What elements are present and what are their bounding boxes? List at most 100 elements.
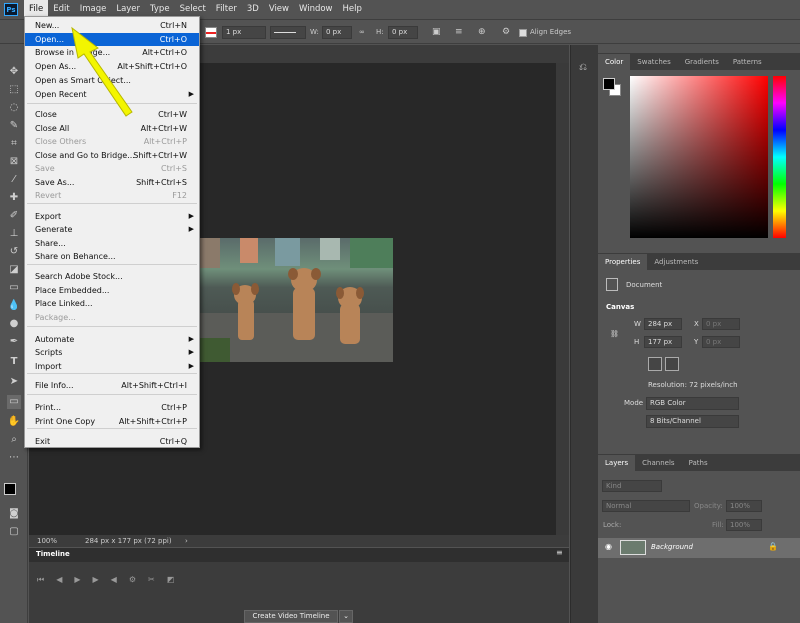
path-operations-icon[interactable]: ▣ [432,26,441,39]
history-icon[interactable]: ⎌ [579,62,587,73]
healing-brush-tool-icon[interactable]: ✚ [7,191,21,205]
file-menu-item-search-adobe-stock[interactable]: Search Adobe Stock... [25,270,199,283]
opacity-field[interactable]: 100% [726,500,762,512]
more-tools-icon[interactable]: ⋯ [7,451,21,465]
quick-mask-icon[interactable]: ◙ [7,507,21,521]
landscape-orientation-icon[interactable] [665,357,679,371]
tab-properties[interactable]: Properties [598,254,648,270]
align-edges-checkbox[interactable] [519,29,527,37]
file-menu-item-print[interactable]: Print... Ctrl+P [25,401,199,414]
file-menu-item-save-as[interactable]: Save As... Shift+Ctrl+S [25,176,199,189]
layer-kind-filter[interactable]: Kind [602,480,662,492]
file-menu-item-import[interactable]: Import ▶ [25,360,199,373]
foreground-color-swatch[interactable] [4,483,16,495]
layer-name[interactable]: Background [651,543,693,551]
file-menu-item-automate[interactable]: Automate ▶ [25,333,199,346]
path-alignment-icon[interactable]: ≡ [455,26,463,39]
file-menu-item-close-and-go-to-bridge[interactable]: Close and Go to Bridge... Shift+Ctrl+W [25,149,199,162]
brush-tool-icon[interactable]: ✐ [7,209,21,223]
chevron-down-icon[interactable]: ⌄ [339,610,353,623]
canvas-x-field[interactable]: 0 px [702,318,740,330]
create-video-timeline-button[interactable]: Create Video Timeline [244,610,338,623]
file-menu-item-place-linked[interactable]: Place Linked... [25,297,199,310]
stroke-type-dropdown[interactable] [270,26,306,39]
crop-tool-icon[interactable]: ⌗ [7,137,21,151]
link-dimensions-icon[interactable]: ⛓ [610,328,619,340]
bit-depth-dropdown[interactable]: 8 Bits/Channel [646,415,739,428]
tab-patterns[interactable]: Patterns [726,54,769,70]
move-tool-icon[interactable]: ✥ [7,65,21,79]
transition-icon[interactable]: ◩ [167,575,187,584]
play-icon[interactable]: ▶ [74,575,92,584]
path-selection-tool-icon[interactable]: ➤ [7,375,21,389]
tab-adjustments[interactable]: Adjustments [647,254,705,270]
color-foreground-swatch[interactable] [603,78,615,90]
tab-layers[interactable]: Layers [598,455,636,471]
layer-row-background[interactable]: ◉ Background 🔒 [598,538,800,558]
blur-tool-icon[interactable]: 💧 [7,299,21,313]
split-icon[interactable]: ✂ [148,575,167,584]
settings-icon[interactable]: ⚙ [129,575,148,584]
canvas-section-title[interactable]: Canvas [606,301,634,313]
path-arrangement-icon[interactable]: ⊕ [478,26,486,39]
file-menu-item-scripts[interactable]: Scripts ▶ [25,346,199,359]
audio-icon[interactable]: ◀ [111,575,129,584]
color-mode-dropdown[interactable]: RGB Color [646,397,739,410]
tab-swatches[interactable]: Swatches [630,54,677,70]
pen-tool-icon[interactable]: ✒ [7,335,21,349]
color-field[interactable] [630,76,768,238]
menu-window[interactable]: Window [294,0,338,19]
hue-slider[interactable] [773,76,786,238]
dodge-tool-icon[interactable]: ● [7,317,21,331]
stroke-color-swatch[interactable] [205,27,217,38]
tab-color[interactable]: Color [598,54,631,70]
file-menu-item-export[interactable]: Export ▶ [25,210,199,223]
next-frame-icon[interactable]: ▶ [93,575,111,584]
eye-icon[interactable]: ◉ [605,542,612,551]
canvas-width-field[interactable]: 284 px [644,318,682,330]
link-icon[interactable]: ∞ [359,26,365,39]
gradient-tool-icon[interactable]: ▭ [7,281,21,295]
blend-mode-dropdown[interactable]: Normal [602,500,690,512]
rectangle-tool-icon[interactable]: ▭ [7,395,21,409]
gear-icon[interactable]: ⚙ [502,26,510,39]
tab-gradients[interactable]: Gradients [678,54,726,70]
file-menu-item-place-embedded[interactable]: Place Embedded... [25,284,199,297]
marquee-tool-icon[interactable]: ⬚ [7,83,21,97]
quick-select-tool-icon[interactable]: ✎ [7,119,21,133]
eraser-tool-icon[interactable]: ◪ [7,263,21,277]
file-menu-item-close-all[interactable]: Close All Alt+Ctrl+W [25,122,199,135]
chevron-right-icon[interactable]: › [185,535,188,547]
file-menu-item-file-info[interactable]: File Info... Alt+Shift+Ctrl+I [25,379,199,392]
menu-3d[interactable]: 3D [242,0,264,19]
file-menu-item-generate[interactable]: Generate ▶ [25,223,199,236]
fill-field[interactable]: 100% [726,519,762,531]
file-menu-item-exit[interactable]: Exit Ctrl+Q [25,435,199,448]
frame-tool-icon[interactable]: ⊠ [7,155,21,169]
zoom-level[interactable]: 100% [37,535,57,547]
eyedropper-tool-icon[interactable]: ⁄ [7,173,21,187]
clone-stamp-tool-icon[interactable]: ⊥ [7,227,21,241]
prev-frame-icon[interactable]: ◀ [56,575,74,584]
width-field[interactable]: 0 px [322,26,352,39]
type-tool-icon[interactable]: T [7,355,21,369]
stroke-size-field[interactable]: 1 px [222,26,266,39]
menu-help[interactable]: Help [338,0,367,19]
menu-view[interactable]: View [264,0,294,19]
canvas-y-field[interactable]: 0 px [702,336,740,348]
height-field[interactable]: 0 px [388,26,418,39]
first-frame-icon[interactable]: ⏮ [37,575,56,584]
portrait-orientation-icon[interactable] [648,357,662,371]
canvas-height-field[interactable]: 177 px [644,336,682,348]
tab-paths[interactable]: Paths [682,455,715,471]
vertical-scrollbar[interactable] [556,63,569,535]
panel-menu-icon[interactable]: ≡ [556,548,563,557]
menu-filter[interactable]: Filter [211,0,242,19]
screen-mode-icon[interactable]: ▢ [7,525,21,539]
file-menu-item-share-on-behance[interactable]: Share on Behance... [25,250,199,263]
hand-tool-icon[interactable]: ✋ [7,415,21,429]
zoom-tool-icon[interactable]: ⌕ [7,433,21,447]
file-menu-item-share[interactable]: Share... [25,237,199,250]
file-menu-item-print-one-copy[interactable]: Print One Copy Alt+Shift+Ctrl+P [25,415,199,428]
lasso-tool-icon[interactable]: ◌ [7,101,21,115]
